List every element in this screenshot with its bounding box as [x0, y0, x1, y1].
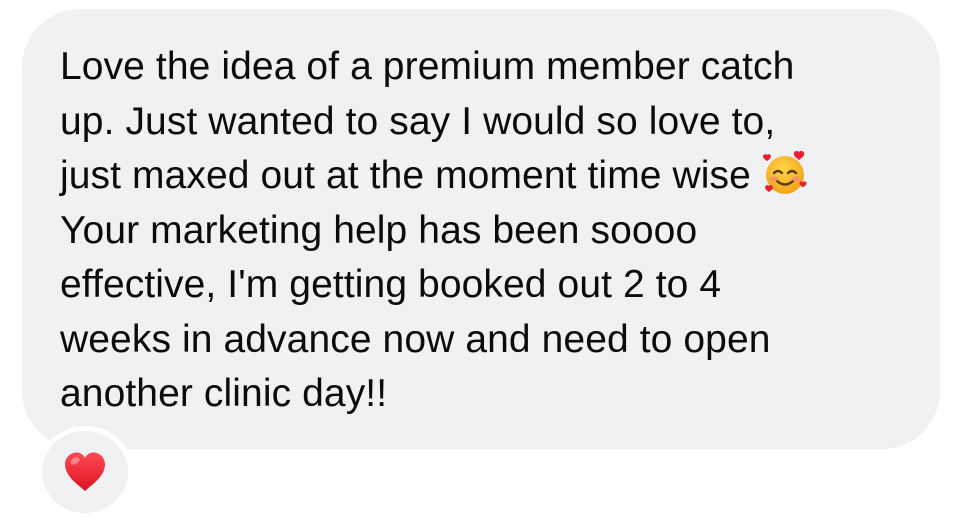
message-line-with-emoji: just maxed out at the moment time wise [60, 149, 920, 204]
smiling-face-with-hearts-icon [761, 150, 809, 198]
message-line: weeks in advance now and need to open [60, 317, 771, 361]
message-line: Your marketing help has been soooo [60, 208, 698, 252]
message-text: Love the idea of a premium member catch … [60, 40, 920, 422]
message-line: up. Just wanted to say I would so love t… [60, 99, 776, 143]
message-line-text: just maxed out at the moment time wise [60, 154, 751, 197]
message-line: effective, I'm getting booked out 2 to 4 [60, 263, 722, 306]
message-line: another clinic day!! [60, 372, 388, 415]
message-line: Love the idea of a premium member catch [60, 45, 795, 88]
reaction-badge[interactable] [37, 426, 133, 518]
red-heart-icon [62, 449, 108, 495]
